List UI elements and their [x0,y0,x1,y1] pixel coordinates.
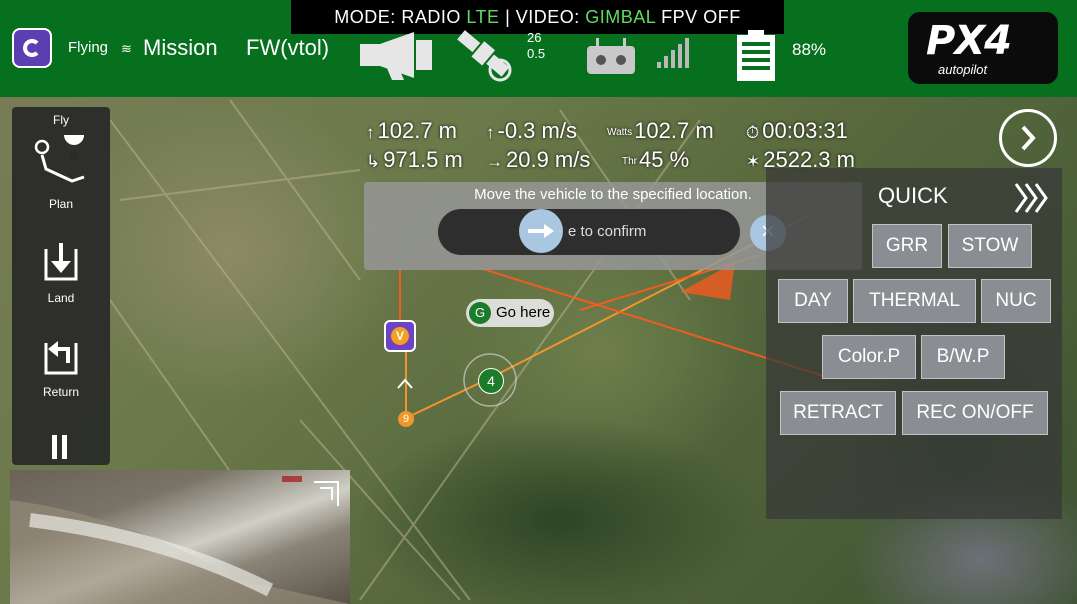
waypoint-9[interactable]: 9 [398,411,414,427]
altitude-value: 102.7 m [377,118,458,143]
chevron-right-icon [1021,125,1036,151]
satellite-icon[interactable] [450,28,522,84]
nuc-button[interactable]: NUC [981,279,1051,323]
distance-value: 971.5 m [383,147,463,172]
app-logo-icon[interactable] [12,28,52,68]
vehicle-type: FW(vtol) [246,35,330,60]
return-label: Return [42,385,80,399]
telemetry-distance: ↳ 971.5 m [366,147,463,172]
fly-label: Fly [53,113,69,127]
color-palette-button[interactable]: Color.P [822,335,916,379]
gps-hdop: 0.5 [527,46,546,61]
expand-video-icon[interactable] [310,478,342,510]
ground-speed-value: 20.9 m/s [506,147,591,172]
land-icon [44,243,78,281]
plan-button[interactable]: B [32,125,92,195]
arrow-right-icon [528,224,554,238]
return-button[interactable] [38,335,84,381]
telemetry-flight-time: ⏱ 00:03:31 [746,118,848,143]
land-button[interactable] [38,241,84,287]
telemetry-vspeed: ↑ -0.3 m/s [486,118,577,143]
mode-label: MODE: [334,7,396,27]
stow-button[interactable]: STOW [948,224,1032,268]
gps-status: 26 0.5 [527,30,545,62]
confirm-slider[interactable]: e to confirm [438,209,740,255]
plan-label: Plan [48,197,74,211]
top-toolbar: MODE: RADIO LTE | VIDEO: GIMBAL FPV OFF … [0,0,1077,97]
goto-label-text: Go here [496,304,551,321]
px4-logo: PX4 autopilot [908,12,1058,84]
thermal-button[interactable]: THERMAL [853,279,976,323]
retract-button[interactable]: RETRACT [780,391,896,435]
land-label: Land [47,291,75,305]
pause-button[interactable] [50,433,70,461]
confirm-slider-thumb[interactable] [519,209,563,253]
day-button[interactable]: DAY [778,279,848,323]
goto-marker-badge: G [469,302,491,324]
mode-lte[interactable]: LTE [466,7,499,27]
confirm-slider-text: e to confirm [568,223,647,240]
quick-panel-title: QUICK [878,183,948,208]
flight-state: Flying [68,39,109,56]
flight-time-value: 00:03:31 [762,118,848,143]
watts-value: 102.7 m [634,118,714,143]
telemetry-watts: Watts102.7 m [607,118,714,144]
battery-icon[interactable] [734,28,780,84]
telemetry-altitude: ↑ 102.7 m [366,118,458,143]
video-gimbal[interactable]: GIMBAL [585,7,655,27]
svg-text:B: B [70,150,78,162]
mode-separator: | [505,7,511,27]
chevrons-right-icon[interactable] [1012,180,1052,216]
return-icon [44,341,78,375]
mode-radio[interactable]: RADIO [401,7,461,27]
grr-button[interactable]: GRR [872,224,942,268]
mode-strip: MODE: RADIO LTE | VIDEO: GIMBAL FPV OFF [291,0,784,34]
vspeed-value: -0.3 m/s [497,118,577,143]
video-off[interactable]: OFF [703,7,741,27]
px4-tagline: autopilot [938,62,988,77]
flight-mode-selector[interactable]: Mission [143,35,218,61]
rc-transmitter-icon[interactable] [583,36,639,76]
next-page-button[interactable] [999,109,1057,167]
megaphone-icon[interactable] [358,30,436,82]
video-feed[interactable] [10,470,350,604]
vehicle-marker[interactable]: V [384,320,416,352]
go-here-marker[interactable]: G Go here [466,299,554,327]
battery-percent: 88% [792,40,827,59]
telemetry-throttle: Thr45 % [622,147,689,173]
vehicle-marker-label: V [391,327,409,345]
record-toggle-button[interactable]: REC ON/OFF [902,391,1048,435]
plan-icon: B [34,125,85,183]
bw-palette-button[interactable]: B/W.P [921,335,1005,379]
gps-count: 26 [527,30,542,45]
telemetry-ground-speed: → 20.9 m/s [486,147,591,172]
signal-bars-icon [657,38,689,68]
watts-label: Watts [607,126,633,138]
throttle-value: 45 % [639,147,690,172]
video-label: VIDEO: [515,7,580,27]
fly-toolstrip: Fly B Plan Land Return [12,107,110,465]
px4-brand: PX4 [926,18,1012,64]
throttle-label: Thr [622,155,637,167]
video-fpv[interactable]: FPV [661,7,698,27]
flight-mode-icon: ≋ [121,41,132,56]
pause-icon [52,435,67,459]
waypoint-4[interactable]: 4 [478,368,504,394]
video-frame [10,476,350,604]
